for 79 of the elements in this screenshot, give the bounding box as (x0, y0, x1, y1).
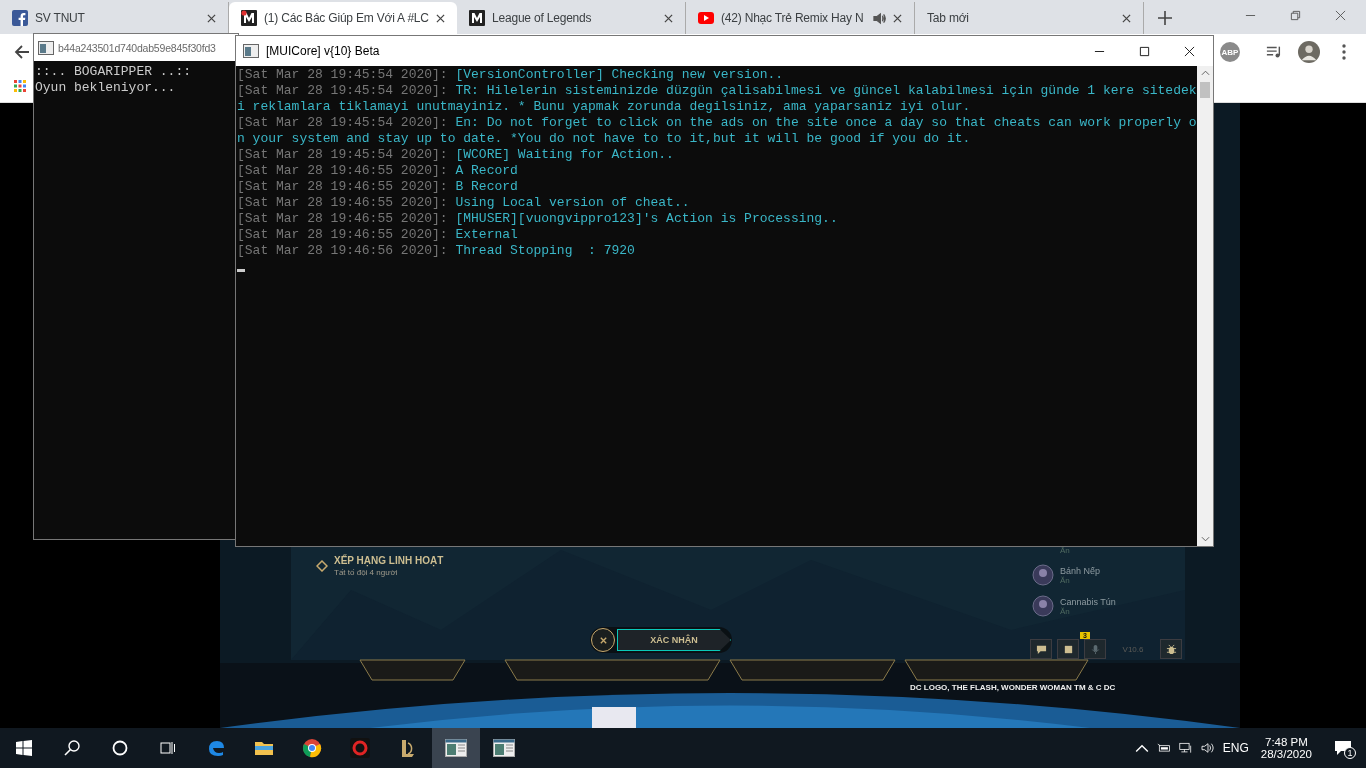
log-line: [Sat Mar 28 19:46:55 2020]: B Record (237, 179, 519, 195)
youtube-icon (698, 10, 714, 26)
friend-status: Ăn (1060, 606, 1071, 616)
log-line: [Sat Mar 28 19:45:54 2020]: [VersionController] Checking new version.. (237, 67, 785, 83)
diamond-icon (316, 560, 328, 572)
m-logo-icon (469, 10, 485, 26)
close-icon[interactable] (1184, 45, 1195, 57)
close-icon[interactable] (893, 13, 902, 23)
queue-title: XẾP HẠNG LINH HOẠT (334, 555, 444, 566)
volume-icon[interactable] (1200, 742, 1215, 754)
friend-name[interactable]: Cannabis Tún (1060, 596, 1116, 607)
version-label: V10.6 (1121, 644, 1145, 654)
console-icon (38, 40, 54, 55)
facebook-icon (12, 10, 28, 26)
close-icon (598, 635, 608, 645)
friend-name[interactable]: Bánh Nếp (1060, 565, 1101, 576)
action-center-button[interactable]: 1 (1334, 737, 1356, 759)
log-line: [Sat Mar 28 19:45:54 2020]: En: Do not forget to click on the ads on the site once a day so that cheats can work properly on your system and stay up to date. *You do not have to to it,but it will be good if you do it. (237, 115, 1197, 147)
log-line: [Sat Mar 28 19:46:56 2020]: Thread Stopping : 7920 (237, 243, 636, 259)
restore-icon[interactable] (1290, 10, 1301, 21)
clock-time[interactable]: 7:48 PM (1265, 736, 1308, 748)
maximize-icon[interactable] (1139, 45, 1150, 57)
cancel-button[interactable] (591, 628, 615, 652)
speaker-icon[interactable] (873, 11, 886, 25)
close-icon[interactable] (207, 13, 216, 23)
friend-avatar[interactable] (1032, 595, 1054, 617)
notes-button[interactable] (1057, 639, 1079, 659)
caret-up-icon[interactable] (1134, 742, 1149, 754)
chrome-icon (301, 738, 323, 758)
friend-status: Ăn (1060, 546, 1070, 555)
m-logo-icon (241, 10, 257, 26)
task-view-icon[interactable] (160, 740, 176, 756)
queue-subtitle: Tất tố đội 4 người (334, 568, 398, 577)
scroll-up-icon[interactable] (1200, 70, 1210, 76)
console-line: ::.. BOGARIPPER ..:: (35, 64, 192, 80)
close-icon[interactable] (1122, 13, 1131, 23)
playlist-icon[interactable] (1266, 44, 1282, 60)
language-indicator[interactable]: ENG (1222, 741, 1249, 755)
copyright-text: DC LOGO, THE FLASH, WONDER WOMAN TM & C DC (910, 683, 1116, 692)
scroll-down-icon[interactable] (1200, 536, 1210, 542)
battery-icon[interactable] (1156, 742, 1171, 754)
console-icon (445, 738, 467, 758)
microphone-icon (1089, 643, 1101, 655)
window-title: b44a243501d740dab59e845f30fd3 (58, 41, 216, 54)
log-line: [Sat Mar 28 19:46:55 2020]: External (237, 227, 519, 243)
back-arrow-icon[interactable] (14, 44, 30, 60)
notification-count: 1 (1344, 747, 1356, 759)
console-line: Oyun bekleniyor... (35, 80, 176, 96)
profile-avatar[interactable] (1298, 41, 1320, 63)
apps-grid-icon[interactable] (14, 80, 26, 92)
log-line: [Sat Mar 28 19:45:54 2020]: TR: Hilelerin sisteminizde düzgün çalisabilmesi ve güncel kalabilmesi için günde 1 kere sitedeki reklamlara tiklamayi unutmayiniz. * Bunu yapmak zorunda degilsiniz, ama yaparsaniz iyi olur. (237, 83, 1197, 115)
console-icon (493, 738, 515, 758)
cortana-icon[interactable] (112, 740, 128, 756)
confirm-button[interactable]: XÁC NHẬN (617, 629, 731, 651)
clock-date[interactable]: 28/3/2020 (1260, 748, 1312, 760)
start-icon[interactable] (16, 740, 32, 756)
log-line: [Sat Mar 28 19:46:55 2020]: [MHUSER][vuongvippro123]'s Action is Processing.. (237, 211, 839, 227)
browser-tab[interactable]: (1) Các Bác Giúp Em Với A #LC (229, 2, 457, 34)
friend-avatar[interactable] (1032, 564, 1054, 586)
chat-button[interactable] (1030, 639, 1052, 659)
scrollbar[interactable] (1197, 66, 1213, 546)
chat-icon (1035, 643, 1047, 655)
bug-icon (1165, 643, 1177, 655)
log-line: [Sat Mar 28 19:46:55 2020]: Using Local version of cheat.. (237, 195, 691, 211)
taskbar-app[interactable] (432, 728, 480, 768)
text-cursor (237, 269, 245, 272)
console-icon (243, 44, 259, 58)
log-line: [Sat Mar 28 19:45:54 2020]: [WCORE] Waiting for Action.. (237, 147, 675, 163)
close-icon[interactable] (436, 13, 445, 23)
window-title: [MUICore] v{10} Beta (266, 44, 380, 58)
log-line: [Sat Mar 28 19:46:55 2020]: A Record (237, 163, 519, 179)
new-tab-icon[interactable] (1158, 11, 1172, 25)
network-icon[interactable] (1178, 742, 1193, 754)
voice-button[interactable] (1084, 639, 1106, 659)
search-icon[interactable] (64, 740, 80, 756)
close-icon[interactable] (664, 13, 673, 23)
scrollbar-thumb[interactable] (1200, 82, 1210, 98)
friend-status: Ăn (1060, 575, 1071, 585)
bug-report-button[interactable] (1160, 639, 1182, 659)
